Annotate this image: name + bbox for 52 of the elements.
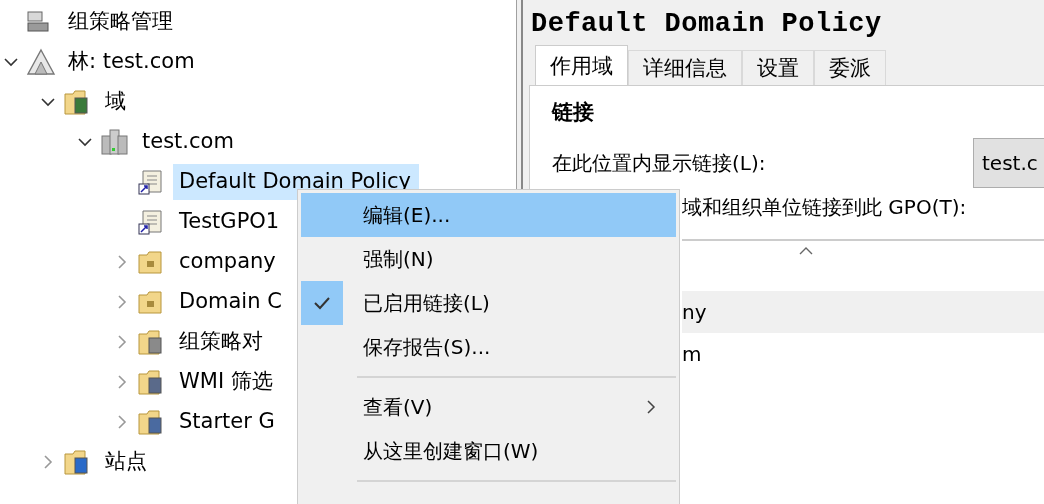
chevron-right-icon[interactable] [43,455,53,469]
menu-item[interactable]: 查看(V) [301,385,676,429]
server-icon [100,128,128,156]
chevron-right-icon[interactable] [117,415,127,429]
menu-item[interactable]: 编辑(E)... [301,193,676,237]
sort-up-icon [799,247,813,255]
field-label: 在此位置内显示链接(L): [552,149,766,177]
chevron-down-icon[interactable] [41,97,55,107]
console-icon [26,9,52,35]
table-cell: ny [682,300,707,324]
scroll-shortcut-icon [137,208,165,236]
menu-item[interactable]: 已启用链接(L) [301,281,676,325]
folder-icon [137,328,165,356]
table-cell: m [682,342,702,366]
tree-item[interactable]: test.com [136,124,240,160]
section-heading: 链接 [552,99,595,126]
tree-item[interactable]: 站点 [99,444,153,480]
table-row[interactable]: m [682,333,1044,375]
folder-icon [137,408,165,436]
tree-item[interactable]: Domain C [173,284,288,320]
tree-item[interactable]: 组策略对 [173,324,269,360]
tree-item[interactable]: Starter G [173,404,281,440]
tree-item[interactable]: company [173,244,282,280]
chevron-right-icon[interactable] [117,255,127,269]
tree-item[interactable]: WMI 筛选 [173,364,279,400]
tree-item[interactable]: 域 [99,84,132,120]
location-dropdown[interactable]: test.c [973,138,1044,188]
policy-title: Default Domain Policy [530,8,883,41]
chevron-right-icon[interactable] [117,335,127,349]
chevron-down-icon[interactable] [78,137,92,147]
tab[interactable]: 作用域 [535,45,628,85]
chevron-right-icon[interactable] [117,295,127,309]
tab[interactable]: 委派 [814,50,886,85]
folder-icon [137,249,165,275]
tree-item[interactable]: TestGPO1 [173,204,286,240]
menu-item[interactable]: 强制(N) [301,237,676,281]
triangle-icon [26,48,56,76]
tab[interactable]: 详细信息 [628,50,742,85]
folder-icon [137,289,165,315]
folder-icon [63,88,91,116]
tree-item[interactable]: 林: test.com [62,44,201,80]
chevron-right-icon[interactable] [117,375,127,389]
table-row[interactable]: ny [682,291,1044,333]
menu-item[interactable]: 从这里创建窗口(W) [301,429,676,473]
field-label: 域和组织单位链接到此 GPO(T): [682,194,968,221]
tree-item[interactable]: 组策略管理 [62,4,179,40]
folder-icon [63,448,91,476]
tab[interactable]: 设置 [742,50,814,85]
chevron-down-icon[interactable] [4,57,18,67]
menu-item[interactable]: 保存报告(S)... [301,325,676,369]
folder-icon [137,368,165,396]
scroll-shortcut-icon [137,168,165,196]
